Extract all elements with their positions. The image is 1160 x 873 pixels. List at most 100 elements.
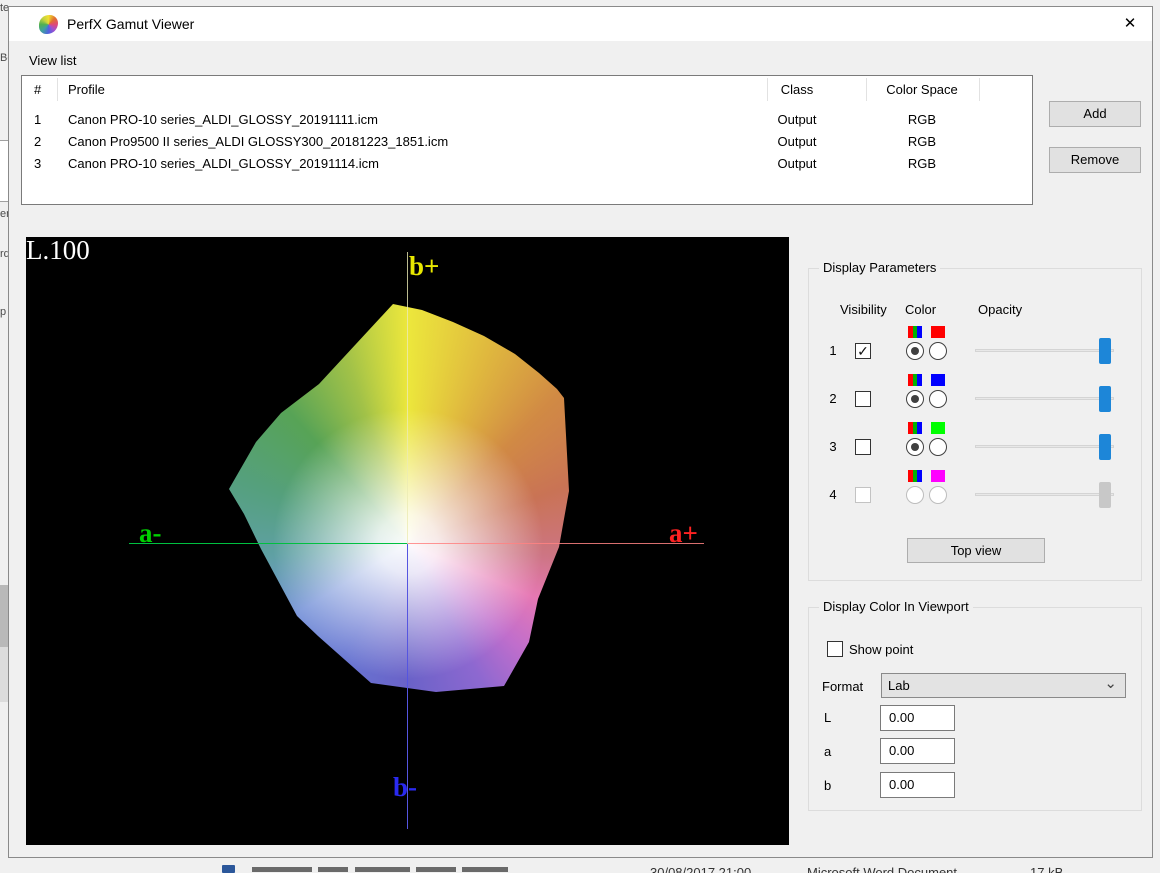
- filename-fragment: [462, 867, 508, 872]
- b-plus-axis-line: [407, 252, 408, 544]
- row-class: Output: [747, 131, 847, 153]
- a-minus-axis-label: a-: [139, 520, 162, 547]
- file-size: 17 kB: [1030, 865, 1063, 873]
- solid-color-radio-3[interactable]: [929, 438, 947, 456]
- gamut-3d-viewport[interactable]: b+ b- a- a+ L.100: [26, 237, 789, 845]
- bg-scrollbar-track-sliver: [0, 647, 8, 702]
- visibility-checkbox-4[interactable]: [855, 487, 871, 503]
- row-color-space: RGB: [852, 153, 992, 175]
- l-field-label: L: [824, 710, 831, 725]
- multicolor-swatch-1: [908, 326, 922, 338]
- show-point-label: Show point: [849, 642, 913, 657]
- solid-color-swatch-1: [931, 326, 945, 338]
- visibility-checkbox-2[interactable]: [855, 391, 871, 407]
- solid-color-radio-2[interactable]: [929, 390, 947, 408]
- table-row[interactable]: 1 Canon PRO-10 series_ALDI_GLOSSY_201911…: [22, 109, 1032, 131]
- a-plus-axis-label: a+: [669, 520, 698, 547]
- top-view-button[interactable]: Top view: [907, 538, 1045, 563]
- opacity-slider-3[interactable]: [975, 445, 1114, 448]
- solid-color-swatch-2: [931, 374, 945, 386]
- bg-text-fragment: te: [0, 2, 8, 14]
- row-class: Output: [747, 153, 847, 175]
- color-column-header: Color: [905, 302, 936, 317]
- window-title: PerfX Gamut Viewer: [67, 7, 194, 41]
- display-color-in-viewport-group: Display Color In Viewport Show point For…: [808, 607, 1142, 811]
- filename-fragment: [416, 867, 456, 872]
- multicolor-radio-2[interactable]: [906, 390, 924, 408]
- close-button[interactable]: ✕: [1113, 11, 1147, 37]
- table-row[interactable]: 2 Canon Pro9500 II series_ALDI GLOSSY300…: [22, 131, 1032, 153]
- opacity-slider-2[interactable]: [975, 397, 1114, 400]
- format-label: Format: [822, 679, 863, 694]
- group-title: Display Parameters: [819, 260, 940, 275]
- multicolor-radio-1[interactable]: [906, 342, 924, 360]
- opacity-slider-1[interactable]: [975, 349, 1114, 352]
- bg-text-fragment: Be: [0, 52, 8, 64]
- multicolor-radio-3[interactable]: [906, 438, 924, 456]
- bg-text-fragment: rd: [0, 248, 8, 260]
- solid-color-radio-4[interactable]: [929, 486, 947, 504]
- format-value: Lab: [888, 678, 910, 693]
- b-field-label: b: [824, 778, 831, 793]
- profile-list[interactable]: # Profile Class Color Space 1 Canon PRO-…: [21, 75, 1033, 205]
- show-point-checkbox[interactable]: [827, 641, 843, 657]
- bg-text-fragment: er: [0, 208, 8, 220]
- background-window-left-sliver: te Be er rd p: [0, 0, 8, 873]
- row-index: 3: [826, 439, 840, 454]
- file-type: Microsoft Word Document: [807, 865, 957, 873]
- title-bar: PerfX Gamut Viewer ✕: [9, 7, 1152, 41]
- multicolor-radio-4[interactable]: [906, 486, 924, 504]
- filename-fragment: [252, 867, 312, 872]
- filename-fragment: [355, 867, 410, 872]
- column-header-color-space: Color Space: [852, 76, 992, 103]
- row-profile: Canon PRO-10 series_ALDI_GLOSSY_20191114…: [68, 153, 379, 175]
- a-value-input[interactable]: 0.00: [880, 738, 955, 764]
- row-index: 2: [826, 391, 840, 406]
- opacity-slider-handle-4[interactable]: [1099, 482, 1111, 508]
- column-divider: [57, 78, 58, 101]
- visibility-checkbox-1[interactable]: ✓: [855, 343, 871, 359]
- column-header-number: #: [34, 76, 41, 103]
- bg-text-fragment: p: [0, 306, 6, 318]
- bg-scrollbar-sliver: [0, 585, 8, 647]
- visibility-checkbox-3[interactable]: [855, 439, 871, 455]
- perfx-gamut-viewer-window: PerfX Gamut Viewer ✕ View list # Profile…: [8, 6, 1153, 858]
- row-number: 3: [34, 153, 58, 175]
- format-dropdown[interactable]: Lab ⌄: [881, 673, 1126, 698]
- row-number: 1: [34, 109, 58, 131]
- l-value-input[interactable]: 0.00: [880, 705, 955, 731]
- column-divider: [979, 78, 980, 101]
- column-header-profile: Profile: [68, 76, 105, 103]
- view-list-label: View list: [29, 53, 76, 68]
- column-divider: [866, 78, 867, 101]
- a-minus-axis-line: [129, 543, 408, 544]
- opacity-slider-handle-2[interactable]: [1099, 386, 1111, 412]
- row-profile: Canon PRO-10 series_ALDI_GLOSSY_20191111…: [68, 109, 378, 131]
- a-plus-axis-line: [408, 543, 704, 544]
- row-index: 1: [826, 343, 840, 358]
- b-value-input[interactable]: 0.00: [880, 772, 955, 798]
- a-field-label: a: [824, 744, 831, 759]
- column-divider: [767, 78, 768, 101]
- add-button[interactable]: Add: [1049, 101, 1141, 127]
- table-row[interactable]: 3 Canon PRO-10 series_ALDI_GLOSSY_201911…: [22, 153, 1032, 175]
- row-number: 2: [34, 131, 58, 153]
- chevron-down-icon: ⌄: [1104, 672, 1117, 695]
- opacity-column-header: Opacity: [978, 302, 1022, 317]
- opacity-slider-handle-3[interactable]: [1099, 434, 1111, 460]
- row-color-space: RGB: [852, 131, 992, 153]
- app-gamut-icon: [39, 15, 58, 34]
- b-plus-axis-label: b+: [409, 253, 439, 280]
- bg-input-sliver: [0, 140, 8, 202]
- solid-color-swatch-3: [931, 422, 945, 434]
- group-title: Display Color In Viewport: [819, 599, 973, 614]
- background-file-row-sliver: 30/08/2017 21:00 Microsoft Word Document…: [0, 858, 1160, 873]
- background-window-right-sliver: [1153, 0, 1160, 873]
- opacity-slider-handle-1[interactable]: [1099, 338, 1111, 364]
- solid-color-radio-1[interactable]: [929, 342, 947, 360]
- solid-color-swatch-4: [931, 470, 945, 482]
- opacity-slider-4[interactable]: [975, 493, 1114, 496]
- remove-button[interactable]: Remove: [1049, 147, 1141, 173]
- file-date: 30/08/2017 21:00: [650, 865, 751, 873]
- row-class: Output: [747, 109, 847, 131]
